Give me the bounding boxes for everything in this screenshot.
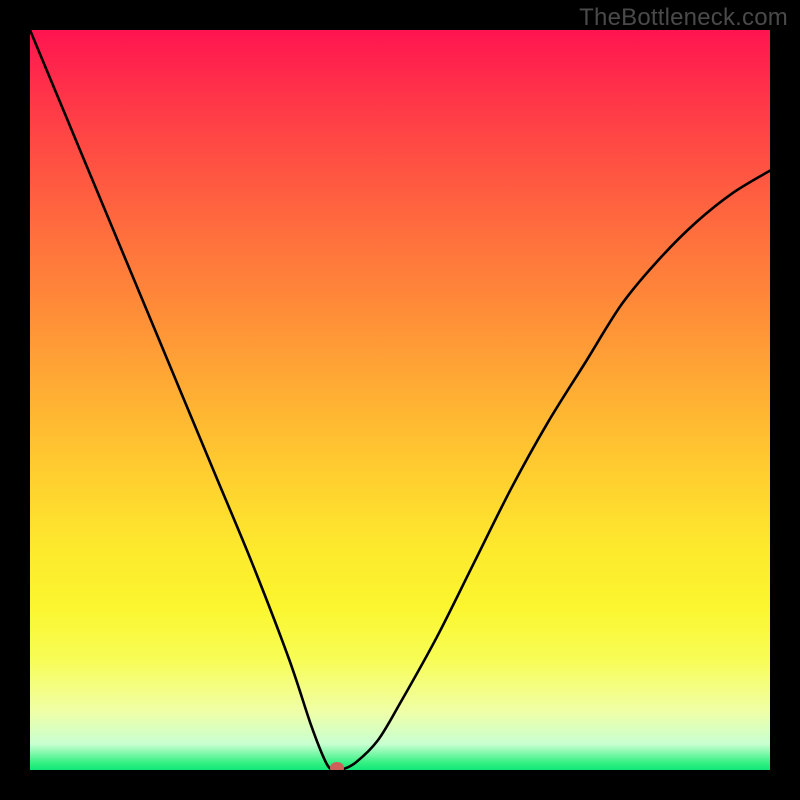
bottleneck-curve bbox=[30, 30, 770, 770]
chart-frame: TheBottleneck.com bbox=[0, 0, 800, 800]
watermark-text: TheBottleneck.com bbox=[579, 4, 788, 32]
trough-marker bbox=[330, 762, 344, 770]
plot-area bbox=[30, 30, 770, 770]
